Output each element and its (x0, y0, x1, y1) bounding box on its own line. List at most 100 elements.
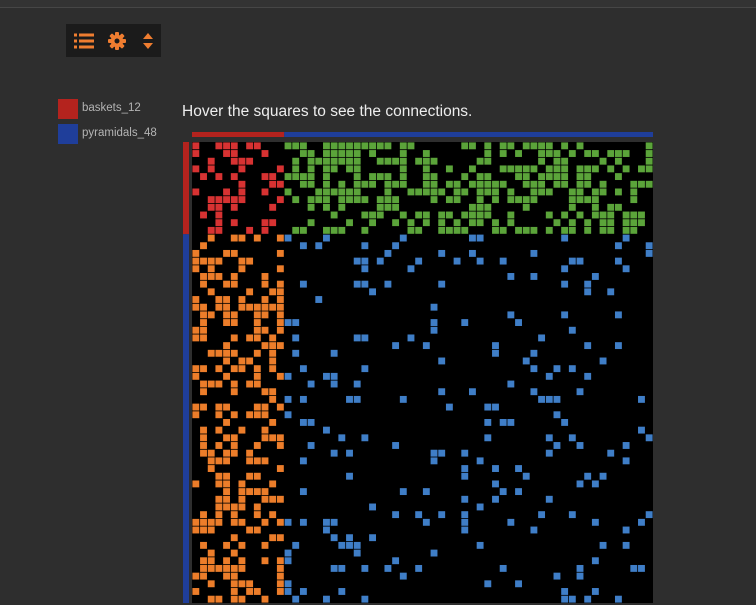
connection-cell (292, 319, 300, 326)
connection-cell (438, 388, 446, 396)
connection-cell (353, 180, 361, 188)
connection-cell (223, 434, 231, 442)
connection-cell (630, 226, 638, 234)
connection-cell (346, 150, 353, 157)
connection-cell (492, 480, 499, 488)
connection-cell (253, 142, 261, 150)
connection-cell (561, 142, 569, 150)
connection-cell (561, 419, 569, 426)
connection-cell (346, 449, 353, 457)
connection-cell (384, 249, 392, 257)
connection-cell (369, 142, 376, 150)
connection-cell (292, 196, 300, 204)
connection-cell (361, 595, 369, 603)
connection-cell (422, 342, 430, 350)
connection-cell (192, 142, 200, 150)
connection-cell (430, 449, 438, 457)
connection-cell (553, 365, 561, 373)
connection-cell (323, 203, 330, 211)
connection-cell (192, 334, 200, 342)
connection-cell (607, 203, 615, 211)
connection-cell (269, 434, 277, 442)
connection-cell (323, 234, 330, 242)
connection-cell (422, 165, 430, 173)
connection-cell (276, 518, 284, 526)
connection-cell (292, 595, 300, 603)
connection-cell (607, 165, 615, 173)
connection-cell (476, 188, 484, 196)
connection-cell (330, 564, 338, 572)
connection-cell (269, 180, 277, 188)
connection-cell (307, 219, 315, 227)
connection-cell (384, 180, 392, 188)
population-bar-left (183, 142, 189, 235)
connection-cell (207, 288, 215, 296)
connection-cell (269, 203, 277, 211)
connection-cell (292, 541, 300, 549)
connection-cell (223, 142, 231, 150)
connection-cell (353, 188, 361, 196)
connection-cell (215, 257, 223, 265)
connection-cell (323, 595, 330, 603)
connection-cell (492, 219, 499, 227)
connection-cell (576, 564, 584, 572)
connection-cell (499, 150, 507, 157)
connection-cell (376, 157, 384, 165)
connection-cell (223, 488, 231, 496)
connection-cell (561, 173, 569, 181)
connection-cell (284, 549, 292, 557)
connection-cell (599, 226, 607, 234)
connection-cell (584, 372, 592, 380)
connection-cell (384, 203, 392, 211)
connection-cell (299, 142, 307, 150)
connection-cell (276, 465, 284, 472)
connection-cell (238, 580, 246, 588)
connection-cell (230, 388, 238, 396)
connection-cell (392, 242, 400, 250)
connection-cell (476, 173, 484, 181)
connection-cell (299, 280, 307, 288)
connection-cell (230, 319, 238, 326)
connection-cell (438, 211, 446, 219)
connection-cell (292, 165, 300, 173)
connection-cell (591, 588, 599, 595)
connection-cell (307, 196, 315, 204)
connection-cell (645, 242, 653, 250)
connection-cell (200, 518, 207, 526)
connection-cell (430, 180, 438, 188)
connection-cell (576, 173, 584, 181)
connection-cell (492, 188, 499, 196)
connection-cell (461, 173, 469, 181)
connection-cell (323, 165, 330, 173)
connection-cell (361, 280, 369, 288)
connection-cell (276, 403, 284, 411)
connection-cell (638, 180, 645, 188)
connection-cell (507, 196, 515, 204)
connection-cell (369, 534, 376, 542)
connection-cell (576, 572, 584, 580)
connection-cell (476, 257, 484, 265)
connection-cell (584, 280, 592, 288)
connection-cell (568, 196, 576, 204)
connection-cell (461, 518, 469, 526)
connection-cell (223, 457, 231, 465)
connection-cell (576, 196, 584, 204)
connection-cell (307, 165, 315, 173)
connection-cell (230, 595, 238, 603)
connection-cell (399, 165, 407, 173)
connection-cell (261, 280, 269, 288)
connection-cell (230, 518, 238, 526)
connection-cell (261, 434, 269, 442)
connection-cell (200, 257, 207, 265)
connection-cell (253, 503, 261, 511)
connection-cell (200, 211, 207, 219)
connection-cell (561, 226, 569, 234)
connection-cell (599, 357, 607, 365)
connection-cell (630, 211, 638, 219)
connection-cell (499, 180, 507, 188)
connection-cell (622, 457, 630, 465)
connection-cell (323, 157, 330, 165)
connection-cell (399, 211, 407, 219)
connection-cell (576, 180, 584, 188)
connection-cell (315, 242, 323, 250)
